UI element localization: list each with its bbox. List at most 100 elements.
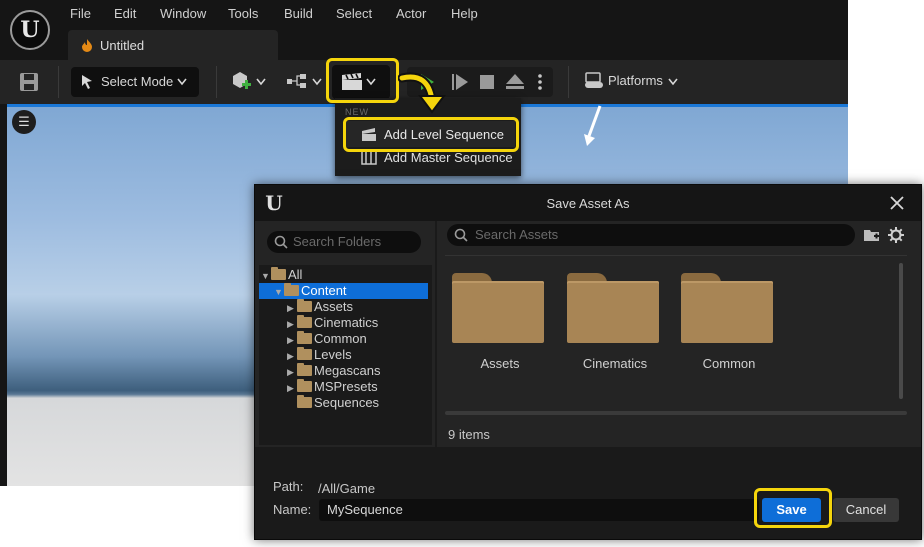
expand-triangle-right-icon[interactable]: ▶ bbox=[287, 351, 297, 362]
menu-select[interactable]: Select bbox=[336, 6, 372, 21]
platforms-button[interactable]: Platforms bbox=[584, 68, 694, 96]
search-assets-input[interactable]: Search Assets bbox=[447, 224, 855, 246]
item-count: 9 items bbox=[448, 427, 490, 442]
platforms-label: Platforms bbox=[608, 73, 663, 88]
menu-bar: File Edit Window Tools Build Select Acto… bbox=[0, 0, 848, 30]
directional-light-arrow-icon bbox=[584, 105, 602, 146]
tree-item[interactable]: ▼ All bbox=[259, 267, 428, 283]
level-flame-icon bbox=[82, 39, 92, 52]
asset-folder-assets[interactable]: Assets bbox=[451, 271, 551, 401]
expand-triangle-right-icon[interactable]: ▶ bbox=[287, 335, 297, 346]
menu-file[interactable]: File bbox=[70, 6, 91, 21]
tree-item-label: Levels bbox=[314, 347, 352, 362]
tree-item-label: All bbox=[288, 267, 303, 282]
tree-item[interactable]: ▶ Assets bbox=[259, 299, 428, 315]
folder-icon bbox=[567, 273, 659, 343]
add-level-sequence-highlight bbox=[343, 117, 519, 152]
tree-item[interactable]: ▶ Levels bbox=[259, 347, 428, 363]
search-icon bbox=[274, 235, 288, 249]
tree-item-label: Sequences bbox=[314, 395, 380, 410]
add-actor-button[interactable] bbox=[228, 68, 270, 96]
folder-icon bbox=[297, 379, 312, 392]
chevron-down-icon bbox=[256, 78, 266, 86]
asset-label: Assets bbox=[480, 356, 520, 371]
stop-icon[interactable] bbox=[479, 74, 495, 90]
menu-help[interactable]: Help bbox=[451, 6, 478, 21]
cancel-button[interactable]: Cancel bbox=[833, 498, 899, 522]
platforms-icon bbox=[585, 72, 603, 88]
expand-triangle-right-icon[interactable]: ▶ bbox=[287, 367, 297, 378]
tree-item[interactable]: ▶ Megascans bbox=[259, 363, 428, 379]
level-tab-label: Untitled bbox=[100, 38, 145, 53]
expand-triangle-down-icon[interactable]: ▼ bbox=[274, 287, 284, 297]
tree-item[interactable]: ▼ Content bbox=[259, 283, 428, 299]
menu-tools[interactable]: Tools bbox=[228, 6, 258, 21]
toolbar-separator bbox=[58, 66, 59, 98]
folder-icon bbox=[297, 347, 312, 360]
folder-icon bbox=[681, 273, 773, 343]
expand-triangle-right-icon[interactable]: ▶ bbox=[287, 383, 297, 394]
toolbar-separator bbox=[216, 66, 217, 98]
chevron-down-icon bbox=[177, 78, 187, 86]
blueprint-icon bbox=[287, 74, 306, 88]
path-value: /All/Game bbox=[318, 481, 376, 496]
dropdown-section-label: NEW bbox=[345, 107, 369, 117]
viewport-menu-icon[interactable]: ☰ bbox=[12, 110, 36, 134]
save-button-highlight bbox=[754, 488, 832, 528]
toolbar-separator bbox=[568, 66, 569, 98]
cinematics-button-highlight bbox=[326, 58, 399, 103]
chevron-down-icon bbox=[312, 78, 322, 86]
menu-edit[interactable]: Edit bbox=[114, 6, 136, 21]
select-mode-label: Select Mode bbox=[101, 74, 174, 89]
asset-label: Cinematics bbox=[582, 356, 648, 371]
menu-window[interactable]: Window bbox=[160, 6, 206, 21]
add-actor-icon bbox=[233, 72, 251, 89]
tree-item[interactable]: Sequences bbox=[259, 395, 428, 411]
new-folder-icon[interactable] bbox=[863, 227, 881, 243]
tree-item-label: Common bbox=[314, 331, 367, 346]
expand-triangle-right-icon[interactable]: ▶ bbox=[287, 303, 297, 314]
select-mode-icon bbox=[82, 75, 92, 89]
menu-actor[interactable]: Actor bbox=[396, 6, 426, 21]
tree-item-label: Content bbox=[301, 283, 347, 298]
assets-scrollbar[interactable] bbox=[899, 263, 903, 399]
asset-name-field[interactable]: MySequence bbox=[319, 499, 759, 521]
chevron-down-icon bbox=[668, 78, 678, 86]
asset-folder-common[interactable]: Common bbox=[680, 271, 780, 401]
menu-build[interactable]: Build bbox=[284, 6, 313, 21]
select-mode-button[interactable]: Select Mode bbox=[71, 67, 199, 97]
save-icon[interactable] bbox=[19, 72, 39, 92]
settings-gear-icon[interactable] bbox=[888, 227, 904, 243]
tree-item[interactable]: ▶ Cinematics bbox=[259, 315, 428, 331]
advance-frame-icon[interactable] bbox=[451, 73, 469, 91]
level-tab[interactable]: Untitled bbox=[68, 30, 278, 60]
folder-icon bbox=[271, 267, 286, 280]
asset-name-value: MySequence bbox=[327, 502, 403, 517]
tree-item[interactable]: ▶ MSPresets bbox=[259, 379, 428, 395]
folder-icon bbox=[297, 395, 312, 408]
expand-triangle-down-icon[interactable]: ▼ bbox=[261, 271, 271, 281]
horizontal-scrollbar[interactable] bbox=[445, 411, 907, 415]
save-asset-dialog: U Save Asset As Search Folders ▼ All ▼ Cont… bbox=[254, 184, 922, 540]
search-assets-placeholder: Search Assets bbox=[475, 227, 559, 242]
expand-triangle-right-icon[interactable]: ▶ bbox=[287, 319, 297, 330]
folder-icon bbox=[297, 363, 312, 376]
search-icon bbox=[454, 228, 468, 242]
folder-icon bbox=[297, 315, 312, 328]
search-folders-input[interactable]: Search Folders bbox=[267, 231, 421, 253]
folder-tree: ▼ All ▼ Content ▶ Assets ▶ Cinematics ▶ Common ▶ Le… bbox=[259, 265, 432, 445]
divider bbox=[445, 255, 907, 256]
tree-item[interactable]: ▶ Common bbox=[259, 331, 428, 347]
folder-icon bbox=[284, 283, 299, 296]
more-options-icon[interactable] bbox=[537, 73, 543, 91]
eject-icon[interactable] bbox=[505, 73, 525, 91]
tree-item-label: MSPresets bbox=[314, 379, 378, 394]
blueprints-button[interactable] bbox=[284, 68, 326, 96]
add-master-sequence-label: Add Master Sequence bbox=[384, 150, 513, 165]
asset-folder-cinematics[interactable]: Cinematics bbox=[566, 271, 666, 401]
folder-icon bbox=[452, 273, 544, 343]
search-folders-placeholder: Search Folders bbox=[293, 234, 382, 249]
callout-arrow-icon bbox=[398, 72, 446, 114]
tree-item-label: Megascans bbox=[314, 363, 381, 378]
close-icon[interactable] bbox=[890, 196, 904, 210]
